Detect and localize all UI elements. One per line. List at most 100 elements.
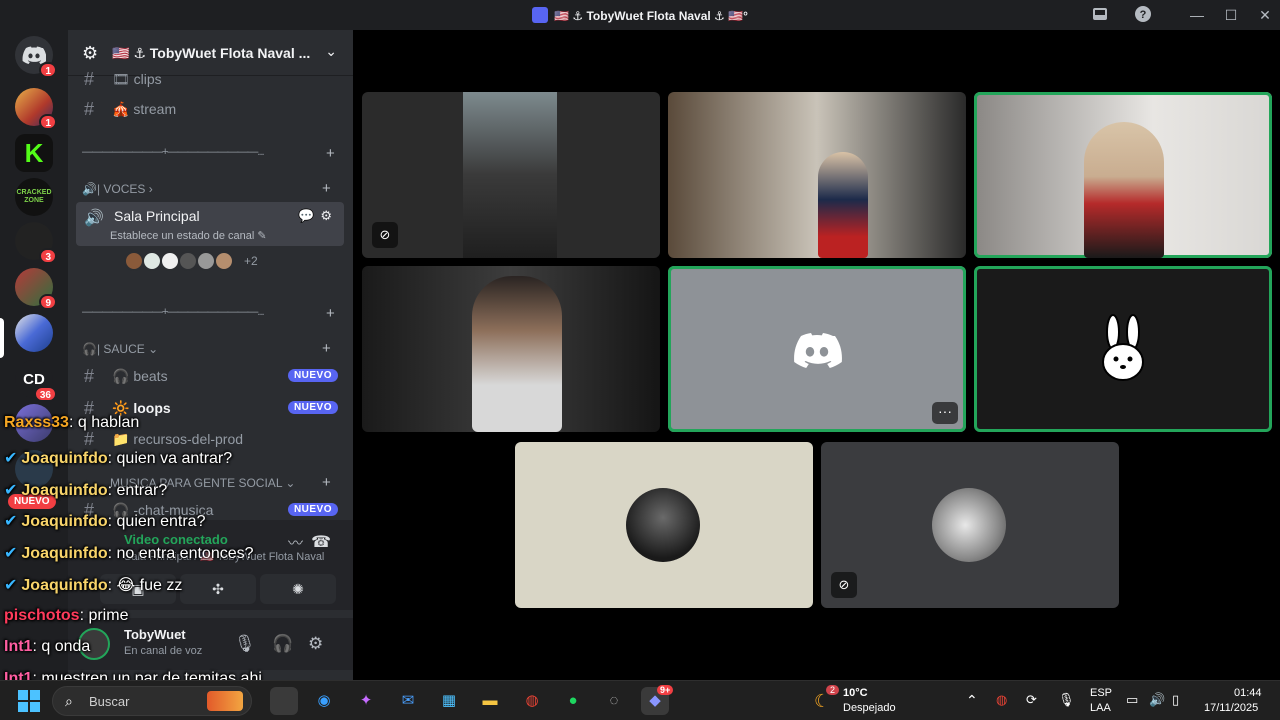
category-sauce[interactable]: 🎧| SAUCE ⌄ + <box>82 340 331 357</box>
voice-channel-sala-principal[interactable]: 🔊 Sala Principal Establece un estado de … <box>76 202 344 246</box>
store-icon[interactable]: ▦ <box>435 687 463 715</box>
channel-label: 📁 recursos-del-prod <box>112 431 244 447</box>
video-tile-6[interactable] <box>974 266 1272 432</box>
outlook-icon[interactable]: ✉ <box>394 687 422 715</box>
speaker-icon: 🔊 <box>84 210 104 227</box>
new-badge: NUEVO <box>287 503 338 516</box>
avatar[interactable] <box>160 251 180 271</box>
home-button[interactable]: 1 <box>15 36 57 78</box>
new-badge: NUEVO <box>287 401 338 414</box>
server-icon-cd[interactable]: CD 36 <box>15 360 57 402</box>
avatar[interactable] <box>178 251 198 271</box>
chat-message: Int1: q onda <box>4 638 91 655</box>
sync-icon[interactable]: ⟳ <box>1026 692 1037 708</box>
weather-badge: 2 <box>826 685 840 695</box>
video-tile-5[interactable]: ··· <box>668 266 966 432</box>
windows-start-icon[interactable] <box>18 690 40 712</box>
minimize-button[interactable]: — <box>1187 5 1207 25</box>
add-channel-icon[interactable]: + <box>322 474 331 491</box>
microphone-tray-icon[interactable]: 🎙 <box>1058 692 1075 708</box>
channel-clips[interactable]: # 🎞 clips <box>76 64 346 94</box>
server-icon-kick[interactable]: K <box>15 134 53 172</box>
more-members-count[interactable]: +2 <box>244 254 258 268</box>
help-icon[interactable]: ? <box>1133 5 1153 25</box>
hash-icon: # <box>84 69 95 89</box>
video-feed <box>463 92 557 258</box>
category-voces[interactable]: 🔊| VOCES › + <box>82 180 331 197</box>
server-icon-cracked-zone[interactable]: CRACKED ZONE <box>15 178 53 216</box>
hash-icon: # <box>84 366 95 386</box>
soundboard-icon: ✺ <box>292 581 304 597</box>
more-options-icon[interactable]: ··· <box>932 402 958 424</box>
server-icon-five[interactable]: 9 <box>15 268 57 310</box>
bunny-logo-icon <box>1098 314 1148 389</box>
hash-icon: # <box>84 429 95 449</box>
video-tile-4[interactable] <box>362 266 660 432</box>
weather-temp[interactable]: 10°C <box>843 687 868 699</box>
add-channel-icon[interactable]: + <box>326 145 335 162</box>
clock-time[interactable]: 01:44 <box>1234 687 1262 699</box>
inbox-icon[interactable] <box>1090 5 1110 25</box>
add-channel-icon[interactable]: + <box>326 305 335 322</box>
obs-icon[interactable]: ◌ <box>600 687 628 715</box>
chat-message: Raxss33: q hablan <box>4 414 140 431</box>
camera-off-icon: ⊘ <box>372 222 398 248</box>
channel-label: 🎞 clips <box>112 71 162 87</box>
video-tile-7[interactable] <box>515 442 813 608</box>
video-tile-8[interactable]: ⊘ <box>821 442 1119 608</box>
avatar[interactable] <box>196 251 216 271</box>
channel-beats[interactable]: # 🎧 beats NUEVO <box>76 361 346 391</box>
tray-app-icon[interactable]: ◍ <box>996 692 1007 708</box>
chevron-down-icon[interactable]: ⌄ <box>325 43 337 60</box>
disconnect-icon[interactable]: ☎ <box>311 532 331 552</box>
discord-logo-icon <box>792 332 842 373</box>
battery-icon[interactable]: ▯ <box>1172 692 1179 708</box>
activities-button[interactable]: ✣ <box>180 574 256 604</box>
channel-stream[interactable]: # 🎪 stream <box>76 94 346 124</box>
volume-icon[interactable]: 🔊 <box>1149 692 1165 708</box>
server-icon-no-pinche[interactable]: 3 <box>15 222 57 264</box>
chevron-up-icon[interactable]: ⌃ <box>966 692 978 709</box>
user-settings-icon[interactable]: ⚙ <box>308 634 323 654</box>
unread-badge: 36 <box>33 386 57 402</box>
window-title: 🇺🇸 ⚓ TobyWuet Flota Naval ⚓ 🇺🇸° <box>0 7 1280 23</box>
voice-channel-actions[interactable]: 💬⚙ <box>298 208 338 224</box>
language-top[interactable]: ESP <box>1090 687 1112 699</box>
taskbar-search[interactable]: ⌕ Buscar <box>52 686 252 716</box>
chrome-icon[interactable]: ◍ <box>518 687 546 715</box>
video-tile-2[interactable] <box>668 92 966 258</box>
soundboard-button[interactable]: ✺ <box>260 574 336 604</box>
category-divider[interactable]: ————————+—————————... + <box>82 305 335 322</box>
noise-suppression-icon[interactable]: 〰 <box>288 532 303 553</box>
voice-connection-panel: Video conectado Sala Principal / 🇺🇸 Toby… <box>68 520 353 610</box>
task-view-icon[interactable] <box>270 687 298 715</box>
video-tile-3[interactable] <box>974 92 1272 258</box>
unread-badge: 1 <box>39 62 57 78</box>
video-tile-1[interactable]: ⊘ <box>362 92 660 258</box>
network-icon[interactable]: ▭ <box>1126 692 1138 708</box>
avatar[interactable] <box>214 251 234 271</box>
language-bottom: LAA <box>1090 702 1111 714</box>
headphones-icon[interactable]: 🎧 <box>272 634 293 654</box>
add-channel-icon[interactable]: + <box>322 340 331 357</box>
add-channel-icon[interactable]: + <box>322 180 331 197</box>
verified-icon: ✔ <box>4 482 18 499</box>
server-icon-current[interactable] <box>15 314 53 352</box>
server-settings-icon[interactable]: ⚙ <box>82 43 98 64</box>
close-button[interactable]: ✕ <box>1255 5 1275 25</box>
copilot-icon[interactable]: ✦ <box>352 687 380 715</box>
file-explorer-icon[interactable]: ▬ <box>476 687 504 715</box>
channel-status-input[interactable]: Establece un estado de canal ✎ <box>110 229 267 242</box>
avatar[interactable] <box>142 251 162 271</box>
edge-icon[interactable]: ◉ <box>310 687 338 715</box>
category-divider[interactable]: ————————+—————————... + <box>82 145 335 162</box>
microphone-icon[interactable]: 🎙 <box>234 634 256 654</box>
spotify-icon[interactable]: ● <box>559 687 587 715</box>
new-badge: NUEVO <box>287 369 338 382</box>
maximize-button[interactable]: ☐ <box>1221 5 1241 25</box>
chat-message: ✔ Joaquinfdo: quien va antrar? <box>4 450 233 467</box>
username[interactable]: TobyWuet <box>124 627 186 642</box>
avatar[interactable] <box>124 251 144 271</box>
hash-icon: # <box>84 99 95 119</box>
server-icon-onepiece[interactable]: 1 <box>15 88 57 130</box>
